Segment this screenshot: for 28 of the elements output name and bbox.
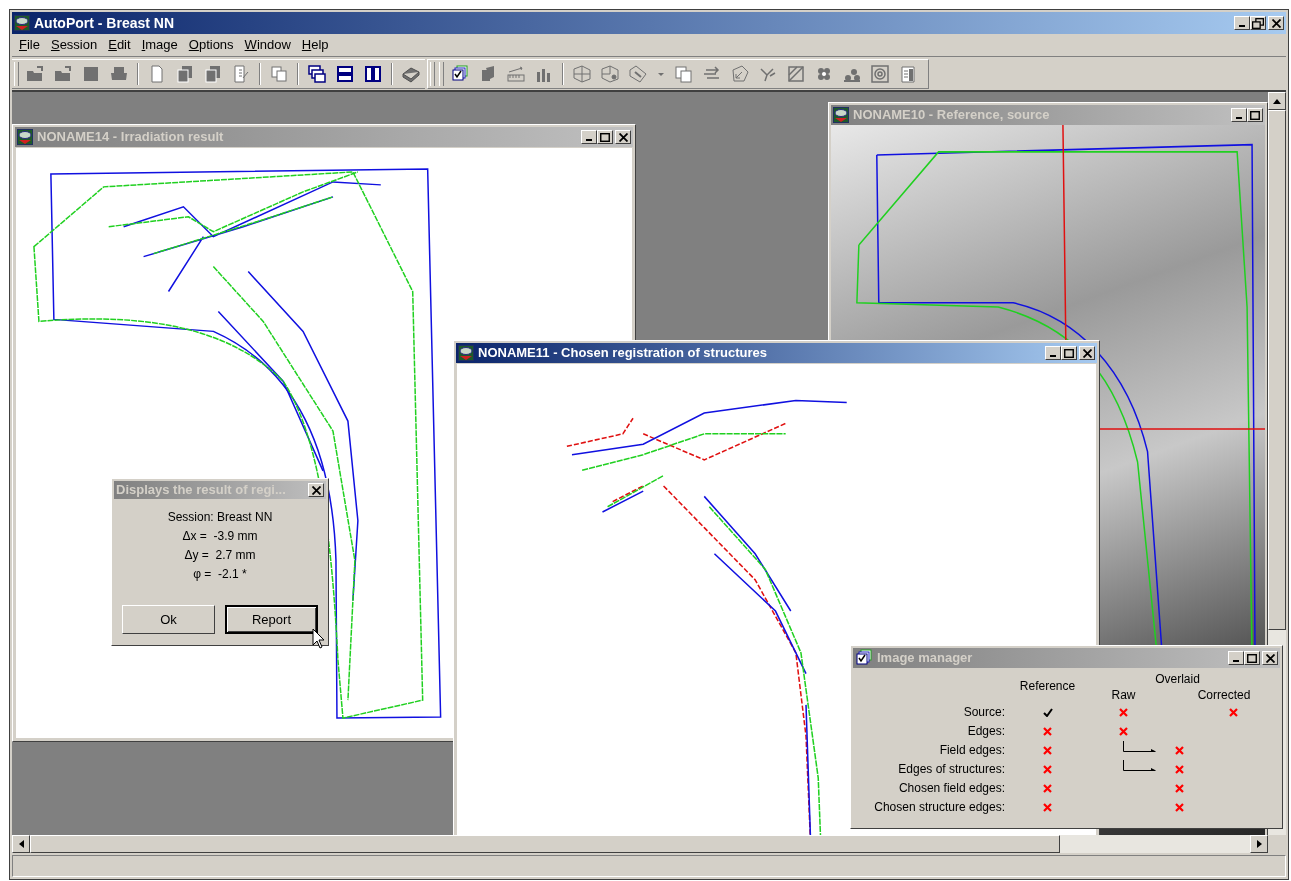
- result-text: φ = -2.1 *: [193, 566, 247, 583]
- menu-item[interactable]: File: [14, 35, 45, 55]
- menu-item[interactable]: Help: [296, 35, 334, 55]
- result-text: Δy = 2.7 mm: [184, 547, 256, 564]
- column-header: Raw: [1110, 687, 1137, 703]
- column-header: Overlaid: [1154, 671, 1201, 687]
- menu-item[interactable]: Image: [136, 35, 183, 55]
- menu-item[interactable]: Options: [183, 35, 239, 55]
- dialog-button[interactable]: Ok: [122, 605, 215, 634]
- window-title: NONAME14 - Irradiation result: [37, 128, 225, 147]
- row-label: Chosen structure edges:: [873, 799, 1005, 816]
- row-label: Edges of structures:: [897, 761, 1005, 778]
- column-header: Reference: [1018, 678, 1077, 695]
- row-label: Field edges:: [938, 742, 1005, 759]
- column-header: Corrected: [1196, 687, 1252, 703]
- row-label: Source:: [962, 704, 1005, 721]
- window-title: Image manager: [877, 649, 974, 668]
- result-text: Session: Breast NN: [167, 509, 273, 526]
- menu-item[interactable]: Edit: [103, 35, 136, 55]
- window-title: AutoPort - Breast NN: [34, 13, 175, 33]
- menu-item[interactable]: Window: [239, 35, 296, 55]
- result-text: Δx = -3.9 mm: [182, 528, 258, 545]
- row-label: Chosen field edges:: [897, 780, 1005, 797]
- window-title: NONAME10 - Reference, source: [853, 106, 1051, 125]
- menu-item[interactable]: Session: [45, 35, 103, 55]
- dialog-button[interactable]: Report: [225, 605, 318, 634]
- row-label: Edges:: [966, 723, 1005, 740]
- window-title: NONAME11 - Chosen registration of structures: [478, 344, 768, 363]
